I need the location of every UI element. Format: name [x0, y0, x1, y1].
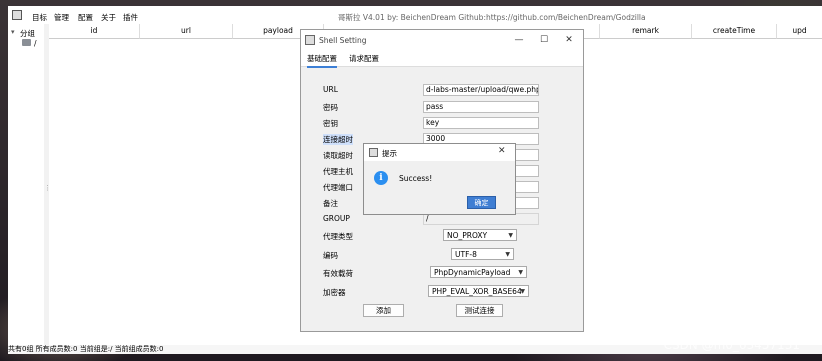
read-timeout-label: 读取超时	[323, 151, 353, 160]
payload-label: 有效载荷	[323, 269, 353, 278]
shell-setting-title: Shell Setting	[319, 36, 367, 45]
chevron-down-icon: ▼	[518, 269, 523, 276]
app-icon	[12, 10, 22, 20]
tab-basic[interactable]: 基础配置	[307, 53, 337, 68]
cryption-select[interactable]: PHP_EVAL_XOR_BASE64 ▼	[428, 285, 529, 297]
tip-dialog: 提示 ✕ i Success! 确定	[363, 143, 516, 215]
window-icon	[305, 35, 315, 45]
column-header-remark[interactable]: remark	[600, 24, 692, 39]
group-tree: ▾ 分组 /	[8, 24, 45, 346]
menu-bar: 目标 管理 配置 关于 插件 哥斯拉 V4.01 by: BeichenDrea…	[8, 6, 822, 24]
window-title: 哥斯拉 V4.01 by: BeichenDream Github:https:…	[338, 13, 646, 22]
window-icon	[369, 148, 378, 157]
chevron-down-icon: ▼	[508, 232, 513, 239]
remark-label: 备注	[323, 199, 338, 208]
payload-select[interactable]: PhpDynamicPayload ▼	[430, 266, 527, 278]
tree-child-label[interactable]: /	[34, 39, 37, 48]
url-field[interactable]: d-labs-master/upload/qwe.php	[423, 84, 539, 96]
menu-manage[interactable]: 管理	[54, 12, 69, 23]
menu-target[interactable]: 目标	[32, 12, 47, 23]
add-button[interactable]: 添加	[363, 304, 404, 317]
key-field[interactable]: key	[423, 117, 539, 129]
cryption-label: 加密器	[323, 288, 346, 297]
proxy-type-label: 代理类型	[323, 232, 353, 241]
menu-plugins[interactable]: 插件	[123, 12, 138, 23]
close-icon[interactable]: ✕	[498, 146, 506, 156]
password-field[interactable]: pass	[423, 101, 539, 113]
proxy-type-select[interactable]: NO_PROXY ▼	[443, 229, 517, 241]
tip-message: Success!	[399, 174, 433, 183]
payload-value: PhpDynamicPayload	[434, 268, 511, 277]
encoding-value: UTF-8	[455, 250, 477, 259]
chevron-down-icon: ▼	[520, 288, 525, 295]
encoding-select[interactable]: UTF-8 ▼	[451, 248, 514, 260]
url-label: URL	[323, 85, 338, 94]
column-header-id[interactable]: id	[49, 24, 140, 39]
ok-button[interactable]: 确定	[467, 196, 496, 209]
tip-dialog-title: 提示	[382, 149, 397, 158]
password-label: 密码	[323, 103, 338, 112]
menu-about[interactable]: 关于	[101, 12, 116, 23]
column-header-url[interactable]: url	[140, 24, 233, 39]
tree-root-label[interactable]: 分组	[20, 28, 35, 39]
proxy-port-label: 代理端口	[323, 183, 353, 192]
chevron-down-icon: ▼	[505, 251, 510, 258]
close-icon[interactable]: ✕	[563, 34, 575, 46]
group-label: GROUP	[323, 214, 350, 223]
test-connection-button[interactable]: 测试连接	[456, 304, 503, 317]
encoding-label: 编码	[323, 251, 338, 260]
column-header-updatetime[interactable]: upd	[777, 24, 822, 39]
proxy-host-label: 代理主机	[323, 167, 353, 176]
cryption-value: PHP_EVAL_XOR_BASE64	[432, 287, 522, 296]
tab-request[interactable]: 请求配置	[349, 53, 379, 64]
maximize-icon[interactable]: ☐	[538, 34, 550, 46]
column-header-createtime[interactable]: createTime	[692, 24, 777, 39]
csdn-watermark: CSDN @m0_63457131	[663, 338, 800, 352]
info-icon: i	[374, 171, 388, 185]
tip-dialog-titlebar[interactable]: 提示 ✕	[364, 144, 515, 161]
tree-collapse-icon[interactable]: ▾	[11, 28, 15, 36]
key-label: 密钥	[323, 119, 338, 128]
minimize-icon[interactable]: —	[513, 34, 525, 46]
settings-tabs: 基础配置 请求配置	[301, 50, 583, 68]
shell-setting-titlebar[interactable]: Shell Setting — ☐ ✕	[301, 30, 583, 50]
folder-icon	[22, 39, 31, 46]
menu-config[interactable]: 配置	[78, 12, 93, 23]
proxy-type-value: NO_PROXY	[447, 231, 488, 240]
connect-timeout-label: 连接超时	[323, 134, 353, 145]
